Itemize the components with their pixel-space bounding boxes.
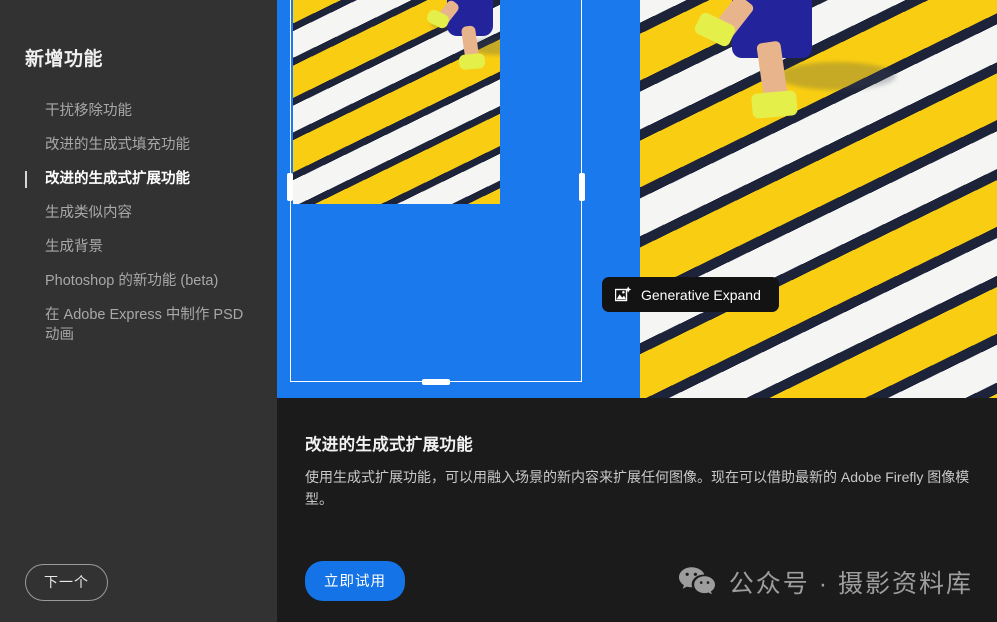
generative-expand-pill[interactable]: Generative Expand: [602, 277, 779, 312]
runner-figure: [670, 0, 896, 160]
main-panel: Generative Expand 改进的生成式扩展功能 使用生成式扩展功能，可…: [277, 0, 997, 622]
sidebar-item-distraction-removal[interactable]: 干扰移除功能: [0, 94, 277, 128]
sidebar-item-generative-fill[interactable]: 改进的生成式填充功能: [0, 128, 277, 162]
sidebar-item-label: 生成类似内容: [45, 205, 132, 221]
sidebar-item-photoshop-beta[interactable]: Photoshop 的新功能 (beta): [0, 264, 277, 298]
sidebar: 新增功能 干扰移除功能 改进的生成式填充功能 改进的生成式扩展功能 生成类似内容…: [0, 0, 277, 622]
sidebar-item-generative-expand[interactable]: 改进的生成式扩展功能: [0, 162, 277, 196]
after-canvas: [637, 0, 997, 398]
feature-description: 改进的生成式扩展功能 使用生成式扩展功能，可以用融入场景的新内容来扩展任何图像。…: [277, 398, 997, 622]
resize-handle-right[interactable]: [579, 173, 585, 201]
sidebar-item-adobe-express-psd[interactable]: 在 Adobe Express 中制作 PSD 动画: [0, 298, 277, 352]
runner-figure: [411, 0, 500, 110]
resize-handle-bottom[interactable]: [422, 379, 450, 385]
sidebar-item-label: 在 Adobe Express 中制作 PSD 动画: [45, 307, 244, 343]
feature-body-text: 使用生成式扩展功能，可以用融入场景的新内容来扩展任何图像。现在可以借助最新的 A…: [305, 469, 970, 507]
generative-expand-icon: [615, 286, 632, 302]
original-photo: [293, 0, 500, 204]
feature-media: Generative Expand: [277, 0, 997, 398]
whats-new-dialog: 新增功能 干扰移除功能 改进的生成式填充功能 改进的生成式扩展功能 生成类似内容…: [0, 0, 997, 622]
sidebar-item-generate-background[interactable]: 生成背景: [0, 230, 277, 264]
sidebar-item-label: Photoshop 的新功能 (beta): [45, 273, 219, 289]
sidebar-item-label: 改进的生成式扩展功能: [45, 171, 190, 187]
sidebar-item-label: 干扰移除功能: [45, 103, 132, 119]
active-indicator-bar: [25, 171, 27, 188]
feature-title: 改进的生成式扩展功能: [305, 436, 473, 454]
try-now-button[interactable]: 立即试用: [305, 561, 405, 601]
sidebar-item-label: 改进的生成式填充功能: [45, 137, 190, 153]
generative-expand-pill-label: Generative Expand: [641, 286, 761, 303]
sidebar-item-label: 生成背景: [45, 239, 103, 255]
sidebar-nav-list: 干扰移除功能 改进的生成式填充功能 改进的生成式扩展功能 生成类似内容 生成背景…: [0, 94, 277, 352]
sidebar-item-generate-similar[interactable]: 生成类似内容: [0, 196, 277, 230]
wechat-icon: [678, 567, 715, 595]
next-button[interactable]: 下一个: [25, 564, 108, 601]
before-canvas: [277, 0, 637, 398]
watermark-text: 公众号 · 摄影资料库: [728, 570, 973, 598]
sidebar-title: 新增功能: [25, 49, 104, 70]
watermark: 公众号 · 摄影资料库: [678, 564, 973, 600]
